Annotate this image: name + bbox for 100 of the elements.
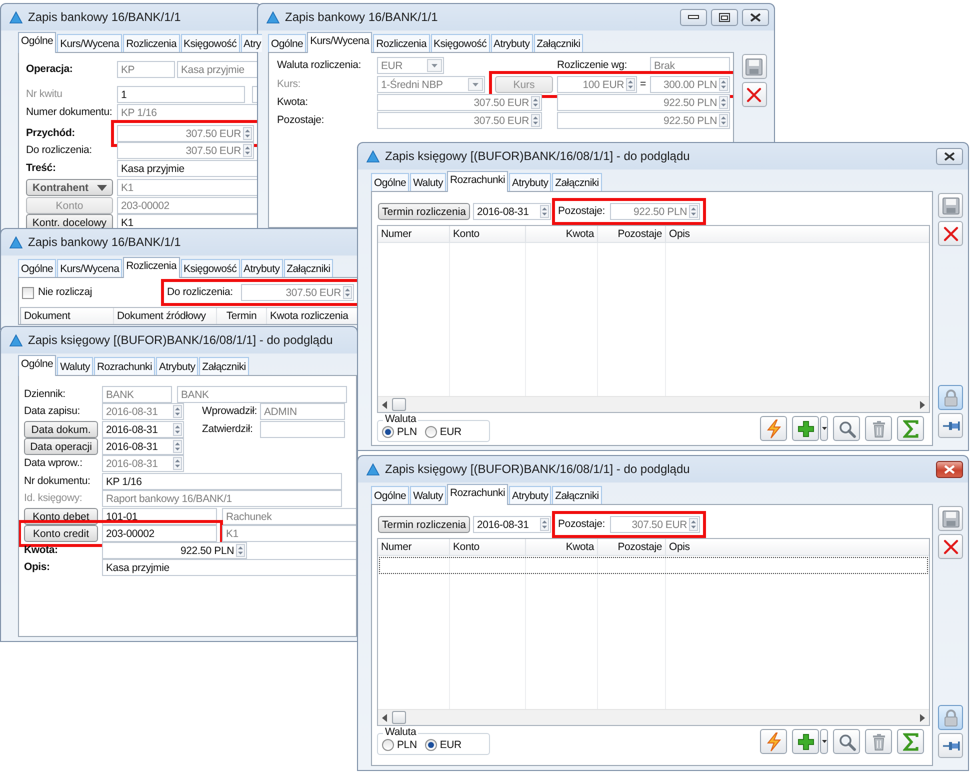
minimize-button[interactable] (680, 8, 707, 26)
tab[interactable]: Waluty (57, 357, 93, 375)
tab[interactable]: Ogólne (371, 486, 410, 504)
caret-icon (822, 740, 826, 743)
tab[interactable]: Księgowość (180, 259, 240, 277)
maximize-button[interactable] (711, 8, 738, 26)
scroll-thumb[interactable] (392, 398, 406, 411)
pin-button[interactable] (938, 413, 963, 438)
toolbar-button[interactable] (897, 729, 924, 754)
toolbar-button[interactable] (792, 729, 819, 754)
date-field[interactable]: 2016-08-31 (102, 438, 184, 455)
horizontal-scrollbar[interactable] (378, 396, 929, 412)
form-button[interactable]: Termin rozliczenia (378, 203, 470, 220)
form-button[interactable]: Data operacji (24, 438, 98, 455)
tab[interactable]: Atrybuty (509, 173, 552, 191)
text-field[interactable]: Kasa przyjmie (117, 160, 260, 177)
toolbar-button[interactable] (833, 416, 860, 441)
tab[interactable]: Księgowość (430, 34, 490, 52)
text-field[interactable]: 203-00002 (102, 525, 217, 542)
checkbox[interactable] (22, 286, 34, 298)
close-button[interactable] (936, 148, 963, 164)
spin-arrows-icon (719, 96, 728, 109)
field-label: Pozostaje: (558, 204, 606, 219)
tab[interactable]: Rozrachunki (94, 357, 156, 375)
scroll-thumb[interactable] (392, 711, 406, 724)
toolbar-button[interactable] (760, 416, 787, 441)
amount-field[interactable]: 922.50 PLN (102, 542, 247, 559)
tab[interactable]: Ogólne (18, 259, 56, 277)
tab[interactable]: Rozliczenia (123, 34, 180, 52)
tab[interactable]: Załączniki (534, 34, 584, 52)
date-field[interactable]: 2016-08-31 (102, 421, 184, 438)
cancel-button[interactable] (938, 534, 963, 559)
toolbar-button[interactable] (792, 416, 819, 441)
cancel-icon (942, 226, 958, 242)
tab[interactable]: Ogólne (18, 355, 56, 376)
dropdown-button[interactable] (820, 416, 828, 441)
dropdown-button[interactable] (820, 729, 828, 754)
tab[interactable]: Ogólne (268, 34, 306, 52)
tab[interactable]: Załączniki (552, 486, 602, 504)
tab[interactable]: Kurs/Wycena (57, 34, 122, 52)
close-icon (944, 152, 955, 160)
padlock-icon (942, 388, 958, 406)
trash-icon (870, 732, 886, 750)
tab[interactable]: Kurs/Wycena (307, 32, 372, 53)
field-label: Waluta rozliczenia: (277, 58, 362, 73)
radio-button[interactable] (382, 739, 394, 751)
toolbar-button[interactable] (865, 416, 892, 441)
cancel-button[interactable] (938, 221, 963, 246)
tab[interactable]: Rozrachunki (446, 484, 508, 505)
close-button[interactable] (742, 8, 769, 26)
tab[interactable]: Ogólne (371, 173, 410, 191)
cancel-button[interactable] (742, 82, 766, 107)
tab[interactable]: Atrybuty (509, 486, 552, 504)
save-button[interactable] (938, 506, 963, 531)
text-field[interactable] (260, 421, 345, 438)
tab[interactable]: Rozrachunki (446, 171, 508, 192)
cancel-icon (746, 86, 762, 102)
save-button[interactable] (742, 54, 766, 79)
tab[interactable]: Waluty (410, 173, 446, 191)
toolbar-button[interactable] (897, 416, 924, 441)
tab[interactable]: Załączniki (552, 173, 602, 191)
tab[interactable]: Atrybuty (490, 34, 533, 52)
tab[interactable]: Atry (240, 34, 262, 52)
form-button[interactable]: Kontrahent (26, 179, 113, 196)
tab[interactable]: Rozliczenia (123, 257, 180, 278)
lock-button[interactable] (938, 385, 963, 410)
radio-button[interactable] (424, 739, 437, 751)
tab[interactable]: Atrybuty (156, 357, 198, 375)
horizontal-scrollbar[interactable] (378, 709, 929, 725)
text-field[interactable]: Kasa przyjmie (102, 559, 356, 576)
toolbar-button[interactable] (865, 729, 892, 754)
radio-button[interactable] (424, 426, 437, 438)
tab[interactable]: Kurs/Wycena (57, 259, 122, 277)
date-field[interactable]: 2016-08-31 (473, 203, 551, 220)
form-button[interactable]: Termin rozliczenia (378, 516, 470, 533)
field-label: Pozostaje: (277, 113, 326, 128)
tab[interactable]: Księgowość (180, 34, 240, 52)
tab[interactable]: Atrybuty (240, 259, 283, 277)
save-button[interactable] (938, 193, 963, 218)
toolbar-button[interactable] (833, 729, 860, 754)
window-title: Zapis księgowy [(BUFOR)BANK/16/08/1/1] - do podglądu (385, 149, 691, 163)
field-label: Do rozliczenia: (26, 143, 93, 158)
triangle-icon (9, 10, 23, 24)
form-button[interactable]: Konto credit (24, 525, 98, 542)
radio-button[interactable] (382, 426, 394, 438)
tab[interactable]: Waluty (410, 486, 446, 504)
text-field[interactable]: KP 1/16 (102, 473, 342, 490)
tab[interactable]: Ogólne (18, 32, 56, 53)
triangle-icon (266, 10, 280, 24)
tab[interactable]: Rozliczenia (373, 34, 430, 52)
tab[interactable]: Załączniki (284, 259, 334, 277)
date-field[interactable]: 2016-08-31 (473, 516, 551, 533)
toolbar-button[interactable] (760, 729, 787, 754)
pin-button[interactable] (938, 733, 963, 758)
tab[interactable]: Załączniki (199, 357, 249, 375)
form-button[interactable]: Data dokum. (24, 421, 98, 438)
close-button[interactable] (936, 460, 963, 478)
text-field[interactable]: 1 (117, 86, 245, 103)
lock-button[interactable] (938, 705, 963, 730)
selected-row[interactable] (379, 557, 928, 574)
